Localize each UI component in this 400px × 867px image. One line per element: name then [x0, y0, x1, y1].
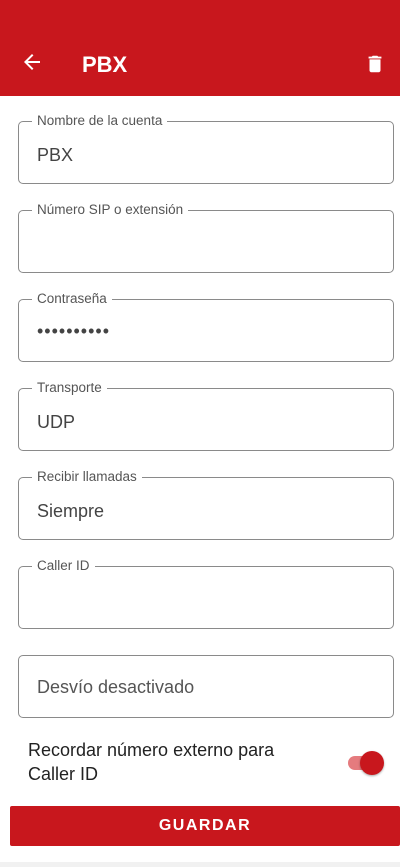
- account-name-value: PBX: [37, 145, 74, 165]
- caller-id-field[interactable]: Caller ID: [18, 558, 394, 629]
- remember-number-label: Recordar número externo para Caller ID: [28, 740, 275, 784]
- remember-number-row[interactable]: Recordar número externo para Caller ID: [28, 738, 388, 788]
- transport-label: Transporte: [32, 380, 107, 396]
- arrow-left-icon[interactable]: [20, 50, 44, 74]
- password-label: Contraseña: [32, 291, 112, 307]
- forwarding-value: Desvío desactivado: [37, 677, 195, 697]
- forwarding-field[interactable]: Desvío desactivado: [18, 655, 394, 718]
- remember-number-switch[interactable]: [344, 749, 384, 775]
- password-field[interactable]: Contraseña ••••••••••: [18, 291, 394, 362]
- trash-icon[interactable]: [364, 52, 386, 76]
- receive-calls-field[interactable]: Recibir llamadas Siempre: [18, 469, 394, 540]
- receive-calls-label: Recibir llamadas: [32, 469, 142, 485]
- bottom-divider: [0, 862, 400, 867]
- sip-number-label: Número SIP o extensión: [32, 202, 189, 218]
- account-name-label: Nombre de la cuenta: [32, 113, 168, 129]
- sip-number-field[interactable]: Número SIP o extensión: [18, 202, 394, 273]
- receive-calls-value: Siempre: [37, 501, 105, 521]
- transport-field[interactable]: Transporte UDP: [18, 380, 394, 451]
- password-value: ••••••••••: [37, 321, 111, 341]
- transport-value: UDP: [37, 412, 76, 432]
- app-bar: PBX: [0, 0, 400, 96]
- switch-thumb: [360, 751, 384, 775]
- save-button[interactable]: GUARDAR: [10, 806, 400, 846]
- account-name-field[interactable]: Nombre de la cuenta PBX: [18, 113, 394, 184]
- caller-id-label: Caller ID: [32, 558, 95, 574]
- page-title: PBX: [82, 52, 128, 77]
